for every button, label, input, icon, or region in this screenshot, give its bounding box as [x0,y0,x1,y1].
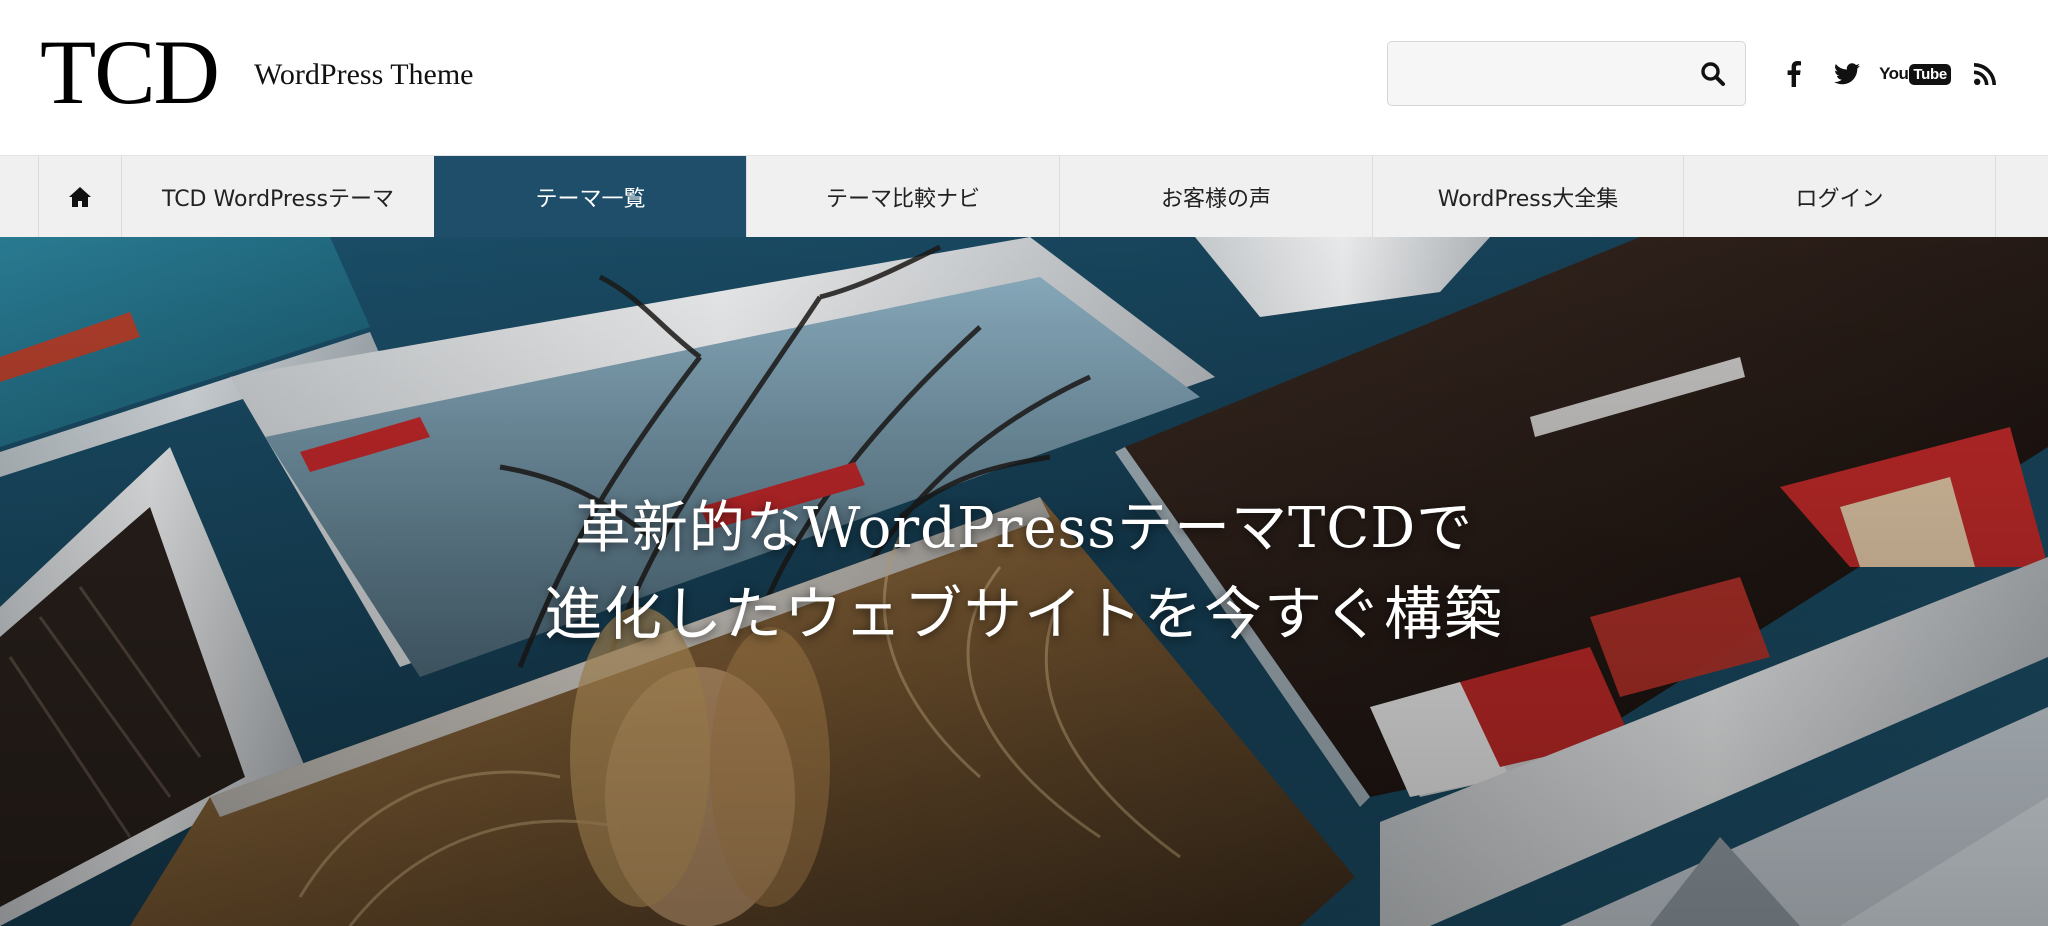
hero-banner: 革新的なWordPressテーマTCDで 進化したウェブサイトを今すぐ構築 [0,237,2048,926]
search-icon [1701,61,1725,86]
site-header: TCD WordPress Theme You Tube [0,0,2048,155]
nav-item-login[interactable]: ログイン [1683,156,1995,238]
hero-headline: 革新的なWordPressテーマTCDで 進化したウェブサイトを今すぐ構築 [0,487,2048,657]
youtube-link[interactable]: You Tube [1879,56,1951,92]
home-icon [69,187,91,207]
search-input[interactable] [1388,42,1678,105]
nav-divider [1995,156,1996,238]
hero-headline-line1: 革新的なWordPressテーマTCDで [574,496,1474,561]
global-nav: TCD WordPressテーマ テーマ一覧 テーマ比較ナビ お客様の声 Wor… [0,155,2048,238]
site-tagline: WordPress Theme [254,58,474,91]
nav-item-theme-compare[interactable]: テーマ比較ナビ [746,156,1059,238]
nav-item-customer-voice[interactable]: お客様の声 [1059,156,1372,238]
nav-item-tcd-wordpress-theme[interactable]: TCD WordPressテーマ [121,156,434,238]
search-form [1387,41,1746,106]
youtube-icon-you: You [1879,64,1909,83]
youtube-icon: You Tube [1879,63,1951,85]
nav-item-home[interactable] [38,156,121,238]
nav-item-wordpress-encyclopedia[interactable]: WordPress大全集 [1372,156,1683,238]
youtube-icon-tube: Tube [1909,63,1951,85]
search-button[interactable] [1681,42,1745,105]
nav-item-theme-list[interactable]: テーマ一覧 [434,156,746,238]
twitter-link[interactable] [1830,56,1864,92]
rss-link[interactable] [1970,56,2000,92]
rss-icon [1974,63,1996,85]
site-logo[interactable]: TCD [40,22,220,122]
facebook-link[interactable] [1780,56,1808,92]
facebook-icon [1787,61,1801,87]
hero-headline-line2: 進化したウェブサイトを今すぐ構築 [543,580,1504,648]
twitter-icon [1834,63,1860,85]
